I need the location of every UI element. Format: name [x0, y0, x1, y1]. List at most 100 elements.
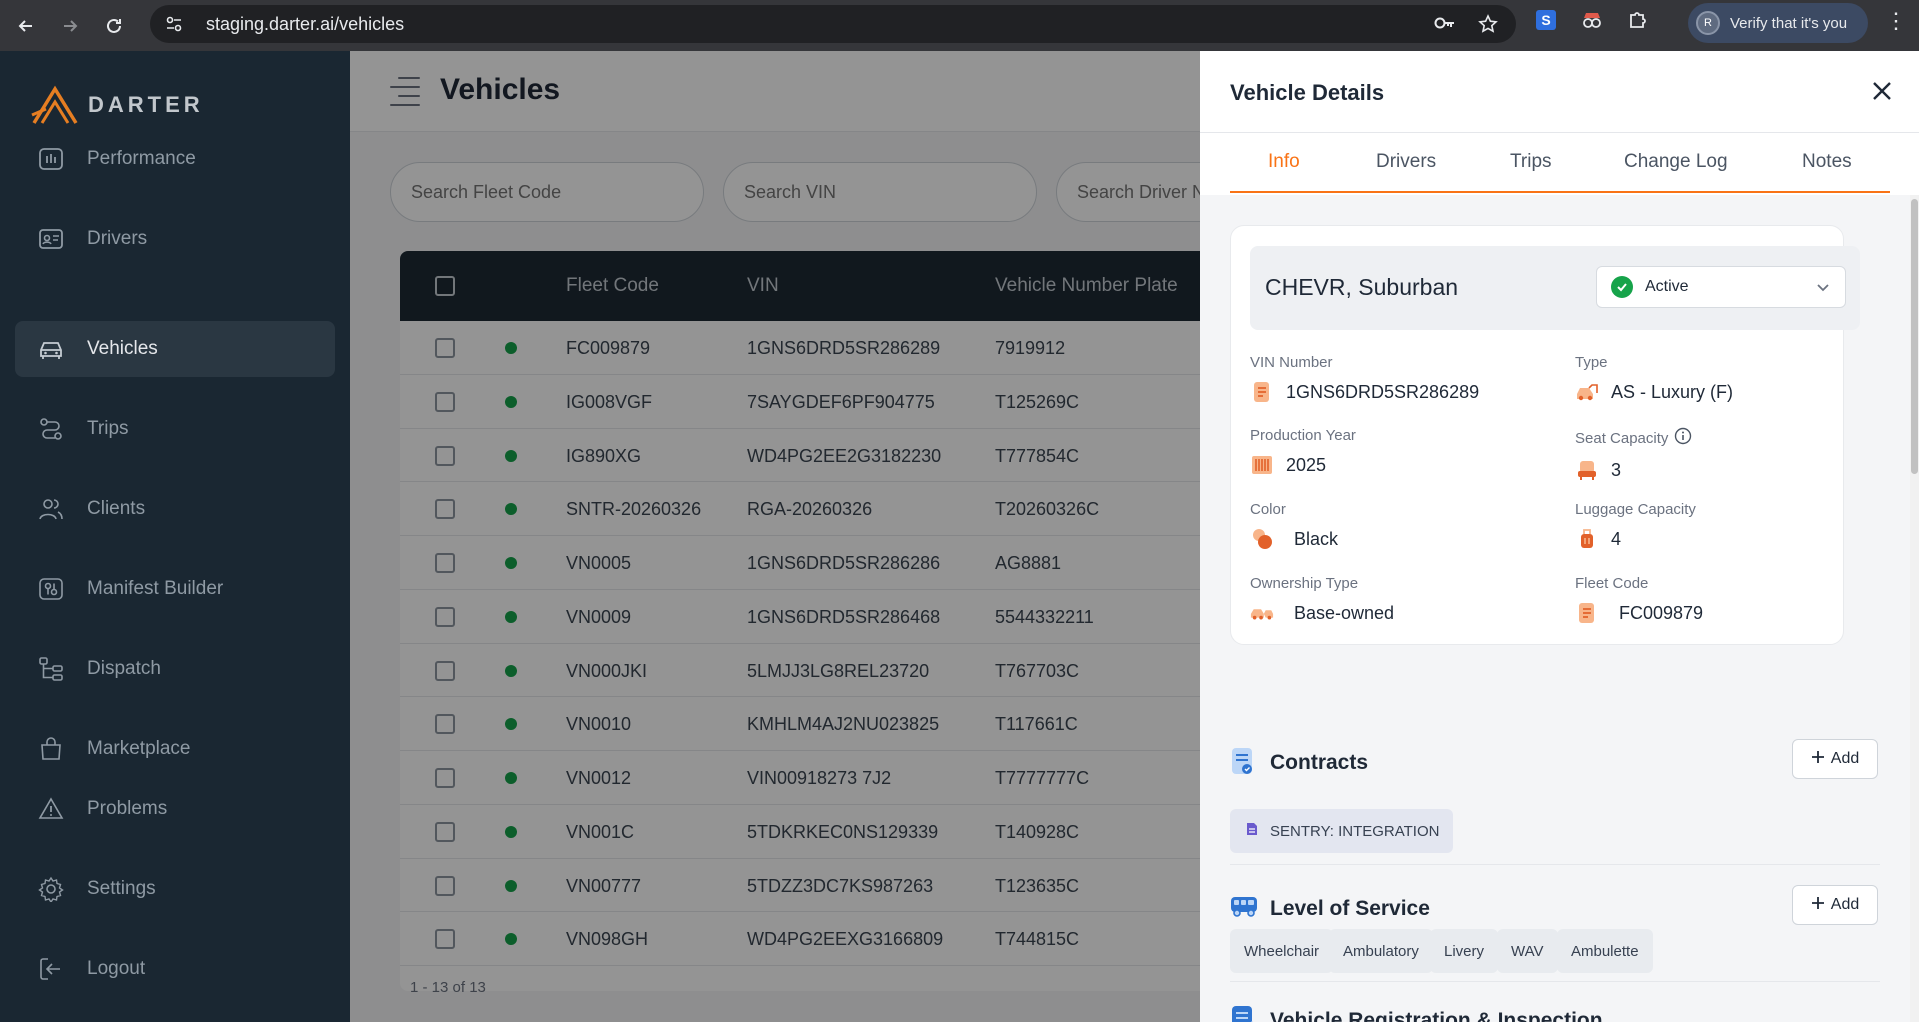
field-label: VIN Number — [1250, 354, 1333, 371]
service-chip-ambulatory[interactable]: Ambulatory — [1329, 929, 1433, 973]
svg-text:S: S — [1541, 12, 1550, 28]
add-contract-button[interactable]: Add — [1792, 739, 1878, 779]
manifest-icon — [37, 575, 65, 603]
field-label: Luggage Capacity — [1575, 501, 1696, 518]
barcode-icon — [1250, 453, 1274, 477]
sidebar-item-logout[interactable]: Logout — [15, 941, 335, 997]
sidebar-item-label: Performance — [87, 148, 196, 169]
bag-icon — [37, 735, 65, 763]
tab-trips[interactable]: Trips — [1510, 151, 1552, 173]
car-icon — [37, 335, 65, 363]
service-chip-ambulette[interactable]: Ambulette — [1557, 929, 1653, 973]
key-icon[interactable] — [1434, 14, 1456, 39]
incognito-extension-icon[interactable] — [1580, 8, 1604, 32]
tab-change-log[interactable]: Change Log — [1624, 151, 1728, 173]
modal-backdrop[interactable] — [350, 51, 1200, 1022]
status-value: Active — [1645, 278, 1689, 295]
sidebar-item-settings[interactable]: Settings — [15, 861, 335, 917]
service-chip-livery[interactable]: Livery — [1430, 929, 1499, 973]
seat-icon — [1575, 458, 1599, 482]
tab-info[interactable]: Info — [1268, 151, 1300, 173]
performance-icon — [37, 145, 65, 173]
panel-title: Vehicle Details — [1230, 80, 1385, 105]
status-select[interactable]: Active — [1596, 266, 1846, 308]
close-icon[interactable] — [1868, 77, 1896, 105]
field-label: Production Year — [1250, 427, 1356, 444]
luggage-value: 4 — [1611, 528, 1622, 549]
fleet-document-icon — [1575, 601, 1599, 625]
contract-icon — [1230, 747, 1258, 779]
gear-icon — [37, 875, 65, 903]
profile-button[interactable]: R Verify that it's you — [1688, 3, 1868, 43]
reload-icon[interactable] — [96, 8, 132, 44]
sidebar-item-label: Problems — [87, 798, 168, 819]
extension-s-icon[interactable]: S — [1534, 8, 1558, 32]
vehicle-header: CHEVR, Suburban Active — [1250, 246, 1860, 330]
id-card-icon — [37, 225, 65, 253]
sidebar-item-label: Marketplace — [87, 738, 191, 759]
scrollbar-thumb[interactable] — [1911, 199, 1918, 474]
document-icon — [1250, 380, 1274, 404]
sidebar-item-trips[interactable]: Trips — [15, 401, 335, 457]
color-field: Color Black — [1250, 501, 1338, 551]
url-text[interactable]: staging.darter.ai/vehicles — [206, 14, 404, 35]
field-label: Fleet Code — [1575, 575, 1649, 592]
ownership-value: Base-owned — [1294, 602, 1395, 623]
address-bar[interactable]: staging.darter.ai/vehicles — [150, 5, 1516, 43]
seat-value: 3 — [1611, 459, 1622, 480]
year-value: 2025 — [1286, 454, 1327, 475]
puzzle-extensions-icon[interactable] — [1626, 8, 1650, 32]
section-title: Contracts — [1270, 751, 1369, 774]
darter-logo-icon — [31, 85, 78, 124]
sidebar-item-clients[interactable]: Clients — [15, 481, 335, 537]
section-title: Vehicle Registration & Inspection — [1270, 1009, 1603, 1022]
chevron-down-icon — [1815, 279, 1831, 300]
check-circle-icon — [1611, 276, 1633, 298]
seat-capacity-field: Seat Capacity 3 — [1575, 427, 1692, 482]
sidebar-item-label: Settings — [87, 878, 156, 899]
sidebar-item-marketplace[interactable]: Marketplace — [15, 721, 335, 777]
contract-chip[interactable]: SENTRY: INTEGRATION — [1230, 809, 1454, 853]
divider — [1200, 132, 1919, 133]
vehicle-name: CHEVR, Suburban — [1265, 274, 1459, 300]
sidebar-item-problems[interactable]: Problems — [15, 781, 335, 837]
tab-drivers[interactable]: Drivers — [1376, 151, 1436, 173]
sidebar-item-label: Manifest Builder — [87, 578, 224, 599]
plus-icon — [1811, 750, 1825, 769]
brand-logo[interactable]: DARTER — [30, 85, 204, 125]
bookmark-star-icon[interactable] — [1478, 14, 1498, 39]
section-title: Level of Service — [1270, 897, 1430, 920]
tab-notes[interactable]: Notes — [1802, 151, 1852, 173]
type-value: AS - Luxury (F) — [1611, 381, 1734, 402]
more-menu-icon[interactable]: ⋮ — [1884, 8, 1908, 34]
divider — [1230, 864, 1880, 865]
sidebar-item-manifest-builder[interactable]: Manifest Builder — [15, 561, 335, 617]
panel-tabs: Info Drivers Trips Change Log Notes — [1230, 151, 1890, 193]
sidebar: DARTER Performance Drivers Vehicles Trip… — [0, 51, 350, 1022]
sidebar-item-vehicles[interactable]: Vehicles — [15, 321, 335, 377]
vehicle-details-panel: Vehicle Details Info Drivers Trips Chang… — [1200, 51, 1919, 1022]
sidebar-item-dispatch[interactable]: Dispatch — [15, 641, 335, 697]
sidebar-item-label: Trips — [87, 418, 129, 439]
users-icon — [37, 495, 65, 523]
brand-name: DARTER — [88, 92, 204, 117]
vehicle-info-card: CHEVR, Suburban Active VIN Number 1GNS6D… — [1230, 225, 1860, 645]
divider — [1230, 981, 1880, 982]
sidebar-item-drivers[interactable]: Drivers — [15, 211, 335, 267]
add-level-of-service-button[interactable]: Add — [1792, 885, 1878, 925]
dispatch-icon — [37, 655, 65, 683]
sidebar-item-label: Vehicles — [87, 338, 158, 359]
back-icon[interactable] — [8, 8, 44, 44]
service-chip-wheelchair[interactable]: Wheelchair — [1230, 929, 1334, 973]
site-settings-icon[interactable] — [164, 14, 184, 34]
add-label: Add — [1830, 896, 1860, 913]
color-value: Black — [1294, 528, 1339, 549]
info-icon[interactable] — [1674, 427, 1692, 449]
luggage-capacity-field: Luggage Capacity 4 — [1575, 501, 1696, 551]
service-chip-wav[interactable]: WAV — [1497, 929, 1558, 973]
sidebar-item-performance[interactable]: Performance — [15, 131, 335, 187]
palette-icon — [1250, 527, 1274, 551]
forward-icon[interactable] — [52, 8, 88, 44]
registration-document-icon — [1230, 1005, 1258, 1022]
profile-label: Verify that it's you — [1730, 14, 1848, 32]
